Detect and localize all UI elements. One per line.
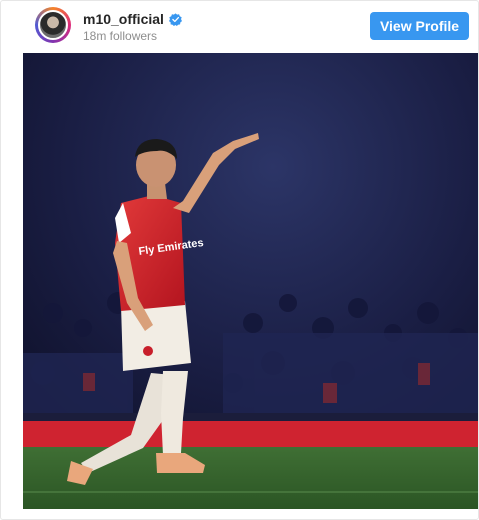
username-link[interactable]: m10_official: [83, 11, 164, 27]
verified-badge-icon: [168, 12, 182, 26]
football-player-photo: Fly Emirates: [23, 53, 478, 509]
post-header: m10_official 18m followers View Profile: [1, 1, 478, 51]
avatar-photo: [38, 10, 68, 40]
view-profile-button[interactable]: View Profile: [370, 12, 469, 40]
profile-avatar[interactable]: [35, 7, 71, 43]
post-photo[interactable]: Fly Emirates: [23, 53, 478, 509]
follower-count: 18m followers: [83, 29, 158, 43]
instagram-embed-card: m10_official 18m followers View Profile: [0, 0, 479, 520]
username-row: m10_official: [83, 10, 182, 28]
